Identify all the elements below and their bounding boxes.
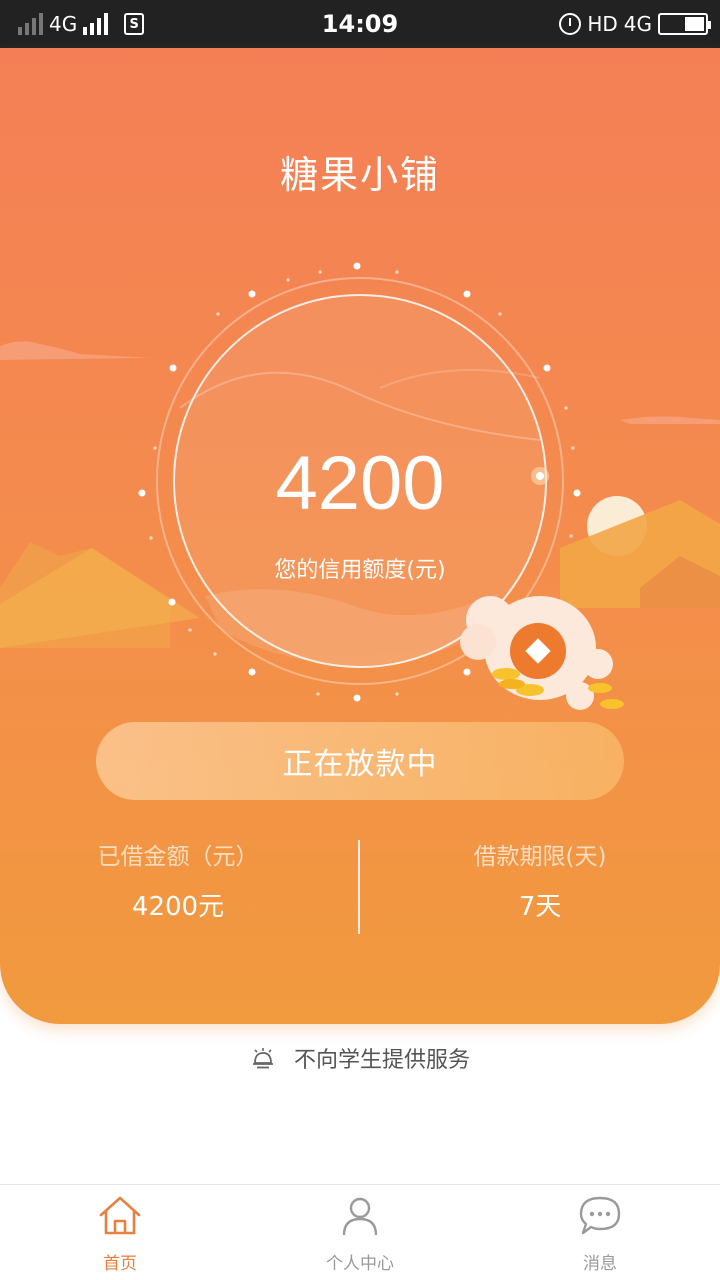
tab-messages-label: 消息 [583, 1254, 617, 1274]
app-title: 糖果小铺 [279, 153, 440, 197]
status-bar: 4G S 14:09 HD 4G [0, 0, 720, 48]
hd-label: HD [587, 12, 618, 36]
tab-profile-label: 个人中心 [326, 1254, 394, 1274]
chat-icon [579, 1196, 621, 1235]
loan-status-button[interactable]: 正在放款中 [96, 722, 624, 800]
tab-home-label: 首页 [103, 1254, 137, 1274]
tab-profile[interactable]: 个人中心 [240, 1185, 480, 1280]
battery-icon [658, 13, 711, 35]
borrowed-amount-value: 4200元 [131, 892, 225, 922]
loan-stats: 已借金额（元） 4200元 借款期限(天) 7天 [0, 840, 720, 934]
credit-amount-label: 您的信用额度(元) [274, 558, 446, 583]
tab-messages[interactable]: 消息 [480, 1185, 720, 1280]
network-type-label-2: 4G [623, 12, 652, 36]
credit-amount: 4200 [275, 441, 445, 526]
home-icon [99, 1196, 141, 1235]
loan-term-label: 借款期限(天) [473, 844, 607, 870]
credit-hero-card: 糖果小铺 4200 您的信用额度(元) 正在放款中 已借金额（元） 4200元 … [0, 48, 720, 1024]
coin-cloud-illustration [460, 596, 624, 710]
bottom-tab-bar: 首页 个人中心 消息 [0, 1184, 720, 1280]
bell-icon [252, 1048, 273, 1069]
tab-home[interactable]: 首页 [0, 1185, 240, 1280]
alarm-icon [559, 13, 582, 35]
loan-term-value: 7天 [518, 892, 562, 922]
loan-term-stat: 借款期限(天) 7天 [360, 840, 720, 923]
notice-text: 不向学生提供服务 [293, 1048, 470, 1073]
borrowed-amount-stat: 已借金额（元） 4200元 [28, 840, 328, 923]
person-icon [342, 1197, 378, 1236]
status-bar-right: HD 4G [559, 10, 711, 38]
notice-bar: 不向学生提供服务 [0, 1040, 720, 1076]
borrowed-amount-label: 已借金额（元） [97, 844, 259, 870]
